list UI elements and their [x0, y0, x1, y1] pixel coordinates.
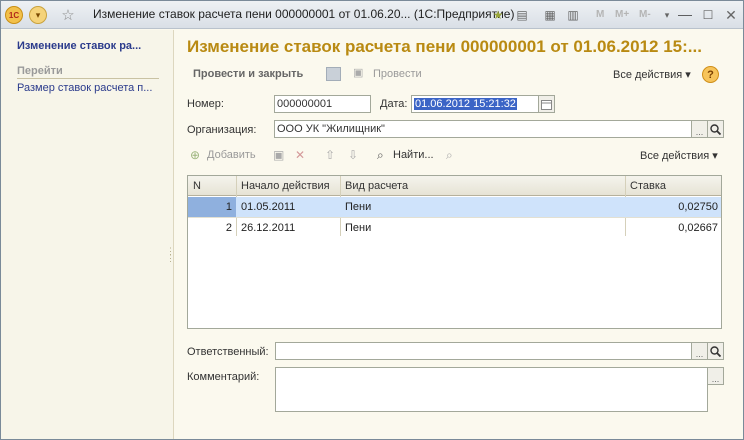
chevron-down-icon[interactable]: ▾ — [658, 6, 676, 24]
cell-rate: 0,02750 — [678, 201, 718, 213]
form-area: Изменение ставок расчета пени 000000001 … — [175, 30, 743, 439]
organization-search-icon[interactable] — [707, 120, 724, 138]
sidebar-section-header: Перейти — [17, 65, 159, 79]
date-value: 01.06.2012 15:21:32 — [414, 98, 517, 110]
post-document-icon[interactable]: ▣ — [353, 66, 367, 82]
number-field[interactable]: 000000001 — [274, 95, 371, 113]
splitter-handle[interactable]: ⋮ ⋮ — [166, 247, 175, 276]
organization-field[interactable]: ООО УК "Жилищник" — [274, 120, 692, 138]
column-header-rate[interactable]: Ставка — [630, 180, 666, 192]
find-button[interactable]: Найти... — [393, 149, 434, 161]
column-header-start[interactable]: Начало действия — [241, 180, 330, 192]
comment-field[interactable] — [275, 367, 708, 412]
help-icon[interactable]: ? — [702, 66, 719, 83]
responsible-select-button[interactable]: ... — [691, 342, 708, 360]
sidebar-current-item[interactable]: Изменение ставок ра... — [17, 40, 141, 52]
cell-start: 01.05.2011 — [241, 201, 296, 213]
move-up-icon[interactable]: ⇧ — [325, 148, 335, 162]
save-icon[interactable] — [326, 67, 341, 81]
app-window: 1С ▾ ☆ Изменение ставок расчета пени 000… — [0, 0, 744, 440]
main-menu-icon[interactable]: ▾ — [29, 6, 47, 24]
close-icon[interactable]: ✕ — [723, 6, 739, 24]
minimize-icon[interactable]: — — [677, 5, 693, 23]
table-toolbar: ⊕ Добавить ▣ ✕ ⇧ ⇩ ⌕ Найти... ⌕ Все дейс… — [187, 146, 737, 166]
title-bar: 1С ▾ ☆ Изменение ставок расчета пени 000… — [1, 1, 743, 29]
memory-button[interactable]: M — [596, 9, 604, 20]
responsible-search-icon[interactable] — [707, 342, 724, 360]
find-icon[interactable]: ⌕ — [377, 148, 384, 163]
move-down-icon[interactable]: ⇩ — [348, 148, 358, 162]
number-label: Номер: — [187, 98, 224, 110]
cancel-search-icon[interactable]: ⌕ — [446, 148, 453, 163]
cell-n: 1 — [225, 201, 232, 213]
page-title: Изменение ставок расчета пени 000000001 … — [187, 37, 702, 56]
favorite-star-icon[interactable]: ☆ — [59, 6, 77, 24]
all-actions-button[interactable]: Все действия ▾ — [613, 68, 691, 81]
column-header-n[interactable]: N — [193, 180, 201, 192]
delete-row-icon[interactable]: ✕ — [295, 148, 305, 162]
app-logo-icon[interactable]: 1С — [5, 6, 23, 24]
table-row[interactable]: 2 26.12.2011 Пени 0,02667 — [188, 217, 721, 237]
date-field[interactable]: 01.06.2012 15:21:32 — [411, 95, 555, 113]
table-header: N Начало действия Вид расчета Ставка — [188, 176, 721, 196]
cell-start: 26.12.2011 — [241, 222, 296, 234]
calculator-icon[interactable]: ▦ — [541, 6, 559, 24]
calendar-picker-icon[interactable] — [538, 95, 555, 113]
add-button[interactable]: Добавить — [207, 149, 256, 161]
window-title: Изменение ставок расчета пени 000000001 … — [93, 7, 515, 21]
responsible-label: Ответственный: — [187, 346, 269, 358]
comment-edit-button[interactable]: ... — [707, 367, 724, 385]
memory-minus-button[interactable]: M- — [639, 9, 651, 20]
memory-plus-button[interactable]: M+ — [615, 9, 629, 20]
maximize-icon[interactable]: ☐ — [700, 6, 716, 24]
copy-row-icon[interactable]: ▣ — [273, 148, 284, 162]
add-favorite-icon[interactable]: ★ — [489, 6, 507, 24]
table-all-actions-button[interactable]: Все действия ▾ — [640, 149, 718, 162]
cell-rate: 0,02667 — [678, 222, 718, 234]
rates-table[interactable]: N Начало действия Вид расчета Ставка 1 0… — [187, 175, 722, 329]
organization-label: Организация: — [187, 124, 257, 136]
organization-select-button[interactable]: ... — [691, 120, 708, 138]
add-icon[interactable]: ⊕ — [190, 148, 200, 162]
form-toolbar: Провести и закрыть ▣ Провести Все действ… — [175, 65, 743, 85]
sidebar-link-rates[interactable]: Размер ставок расчета п... — [17, 82, 152, 94]
post-and-close-button[interactable]: Провести и закрыть — [193, 68, 303, 80]
post-button[interactable]: Провести — [373, 68, 422, 80]
cell-kind: Пени — [345, 201, 372, 213]
sidebar: Изменение ставок ра... Перейти Размер ст… — [1, 30, 175, 439]
cell-n: 2 — [225, 222, 232, 234]
calendar-icon[interactable]: ▥ — [564, 6, 582, 24]
comment-label: Комментарий: — [187, 371, 260, 383]
responsible-field[interactable] — [275, 342, 692, 360]
table-row[interactable]: 1 01.05.2011 Пени 0,02750 — [188, 197, 721, 217]
date-label: Дата: — [380, 98, 408, 110]
column-header-kind[interactable]: Вид расчета — [345, 180, 408, 192]
document-icon[interactable]: ▤ — [513, 6, 531, 24]
cell-kind: Пени — [345, 222, 372, 234]
